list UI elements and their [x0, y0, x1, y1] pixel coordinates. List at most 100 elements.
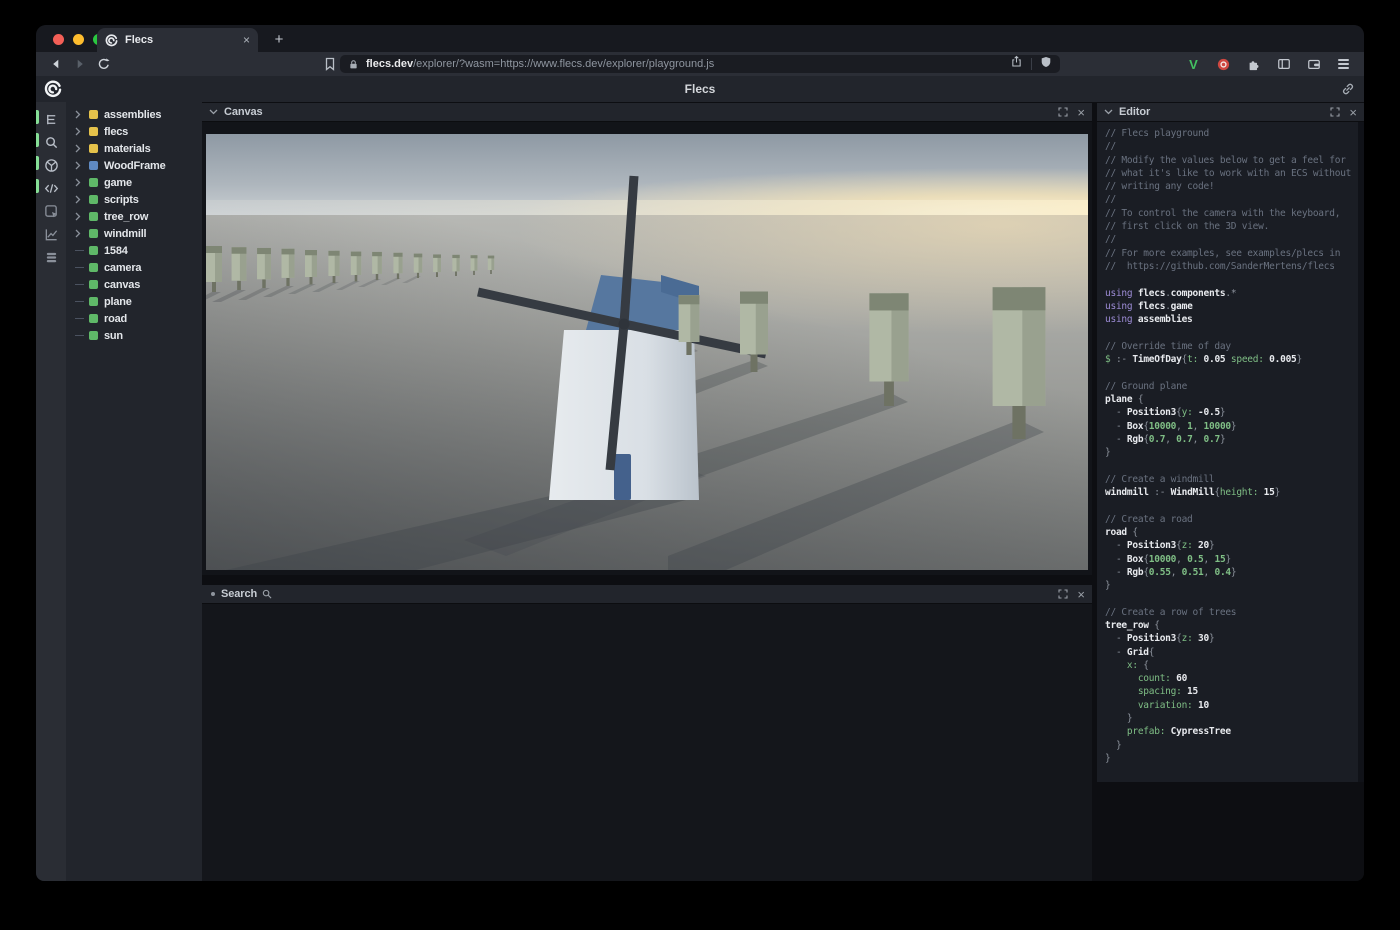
code-editor[interactable]: // Flecs playground//// Modify the value… — [1097, 122, 1364, 782]
expand-icon[interactable] — [1058, 589, 1068, 599]
code-line: using flecs.game — [1105, 300, 1358, 313]
browser-tab[interactable]: Flecs × — [97, 28, 258, 52]
tree-item-1584[interactable]: 1584 — [66, 242, 202, 259]
entity-color-square — [89, 297, 98, 306]
bookmark-icon[interactable] — [322, 56, 338, 72]
page-title: Flecs — [36, 76, 1364, 102]
new-tab-button[interactable]: + — [268, 29, 290, 51]
expand-chevron-icon[interactable] — [75, 110, 89, 119]
browser-menu-icon[interactable] — [1335, 56, 1352, 73]
tree-item-road[interactable]: road — [66, 310, 202, 327]
extension-v-icon[interactable]: V — [1185, 56, 1202, 73]
tree-item-tree_row[interactable]: tree_row — [66, 208, 202, 225]
collapsed-bullet-icon[interactable] — [211, 592, 215, 596]
tree-item-scripts[interactable]: scripts — [66, 191, 202, 208]
tab-close-icon[interactable]: × — [243, 34, 250, 46]
tree-item-label: materials — [104, 143, 151, 155]
sidebar-toggle-icon[interactable] — [1275, 56, 1292, 73]
expand-chevron-icon[interactable] — [75, 161, 89, 170]
tree-item-sun[interactable]: sun — [66, 327, 202, 344]
browser-toolbar: flecs.dev/explorer/?wasm=https://www.fle… — [36, 52, 1364, 76]
tab-strip: Flecs × + — [36, 25, 1364, 52]
editor-scrollbar[interactable] — [1358, 122, 1364, 782]
code-line: // — [1105, 193, 1358, 206]
inspect-cursor-icon[interactable] — [36, 200, 66, 223]
code-line: - Position3{z: 20} — [1105, 539, 1358, 552]
tree-item-assemblies[interactable]: assemblies — [66, 106, 202, 123]
code-line: variation: 10 — [1105, 699, 1358, 712]
expand-chevron-icon[interactable] — [75, 144, 89, 153]
code-line: // https://github.com/SanderMertens/flec… — [1105, 260, 1358, 273]
share-link-icon[interactable] — [1341, 82, 1355, 96]
back-button[interactable] — [48, 56, 64, 72]
reload-button[interactable] — [96, 56, 112, 72]
search-panel-title: Search — [221, 588, 257, 600]
tree-item-camera[interactable]: camera — [66, 259, 202, 276]
tree-item-label: flecs — [104, 126, 128, 138]
expand-chevron-icon[interactable] — [75, 212, 89, 221]
tree-item-WoodFrame[interactable]: WoodFrame — [66, 157, 202, 174]
expand-icon[interactable] — [1058, 107, 1068, 117]
tree-item-materials[interactable]: materials — [66, 140, 202, 157]
chevron-down-icon[interactable] — [209, 109, 218, 115]
canvas-panel-header[interactable]: Canvas × — [202, 103, 1092, 122]
code-line — [1105, 326, 1358, 339]
window-minimize-button[interactable] — [73, 34, 84, 45]
code-line: spacing: 15 — [1105, 685, 1358, 698]
statistics-chart-icon[interactable] — [36, 223, 66, 246]
share-icon[interactable] — [1010, 55, 1023, 73]
editor-panel-header[interactable]: Editor × — [1097, 103, 1364, 122]
wallet-icon[interactable] — [1305, 56, 1322, 73]
code-line — [1105, 459, 1358, 472]
query-search-icon[interactable] — [36, 131, 66, 154]
commands-stack-icon[interactable] — [36, 246, 66, 269]
tree-item-game[interactable]: game — [66, 174, 202, 191]
chevron-down-icon[interactable] — [1104, 109, 1113, 115]
expand-chevron-icon[interactable] — [75, 127, 89, 136]
tree-item-label: 1584 — [104, 245, 128, 257]
active-pill — [36, 110, 39, 124]
tree-item-plane[interactable]: plane — [66, 293, 202, 310]
entities-3d-icon[interactable] — [36, 154, 66, 177]
tree-item-windmill[interactable]: windmill — [66, 225, 202, 242]
extensions-puzzle-icon[interactable] — [1245, 56, 1262, 73]
tree-item-label: windmill — [104, 228, 146, 240]
entity-color-square — [89, 314, 98, 323]
tree-item-label: assemblies — [104, 109, 161, 121]
expand-chevron-icon[interactable] — [75, 195, 89, 204]
expand-chevron-icon[interactable] — [75, 229, 89, 238]
code-line: x: { — [1105, 659, 1358, 672]
search-panel-header[interactable]: Search × — [202, 585, 1092, 604]
entity-tree-icon[interactable] — [36, 108, 66, 131]
tree-item-flecs[interactable]: flecs — [66, 123, 202, 140]
close-icon[interactable]: × — [1349, 106, 1357, 119]
code-line: tree_row { — [1105, 619, 1358, 632]
url-bar[interactable]: flecs.dev/explorer/?wasm=https://www.fle… — [340, 55, 1060, 73]
extension-red-icon[interactable] — [1215, 56, 1232, 73]
code-line: prefab: CypressTree — [1105, 725, 1358, 738]
active-pill — [36, 156, 39, 170]
code-line: using assemblies — [1105, 313, 1358, 326]
code-line: plane { — [1105, 393, 1358, 406]
code-line: // first click on the 3D view. — [1105, 220, 1358, 233]
code-icon[interactable] — [36, 177, 66, 200]
entity-color-square — [89, 178, 98, 187]
window-close-button[interactable] — [53, 34, 64, 45]
forward-button[interactable] — [72, 56, 88, 72]
code-line — [1105, 499, 1358, 512]
urlbar-divider — [1031, 58, 1032, 70]
tree-item-canvas[interactable]: canvas — [66, 276, 202, 293]
canvas-3d-scene[interactable] — [206, 134, 1088, 570]
canvas-panel: Canvas × — [202, 103, 1092, 575]
entity-color-square — [89, 127, 98, 136]
brave-shield-icon[interactable] — [1040, 55, 1052, 73]
close-icon[interactable]: × — [1077, 106, 1085, 119]
code-line — [1105, 592, 1358, 605]
expand-icon[interactable] — [1330, 107, 1340, 117]
leaf-dash-icon — [75, 318, 89, 320]
expand-chevron-icon[interactable] — [75, 178, 89, 187]
code-line: // Modify the values below to get a feel… — [1105, 154, 1358, 167]
leaf-dash-icon — [75, 284, 89, 286]
code-line: windmill :- WindMill{height: 15} — [1105, 486, 1358, 499]
close-icon[interactable]: × — [1077, 588, 1085, 601]
